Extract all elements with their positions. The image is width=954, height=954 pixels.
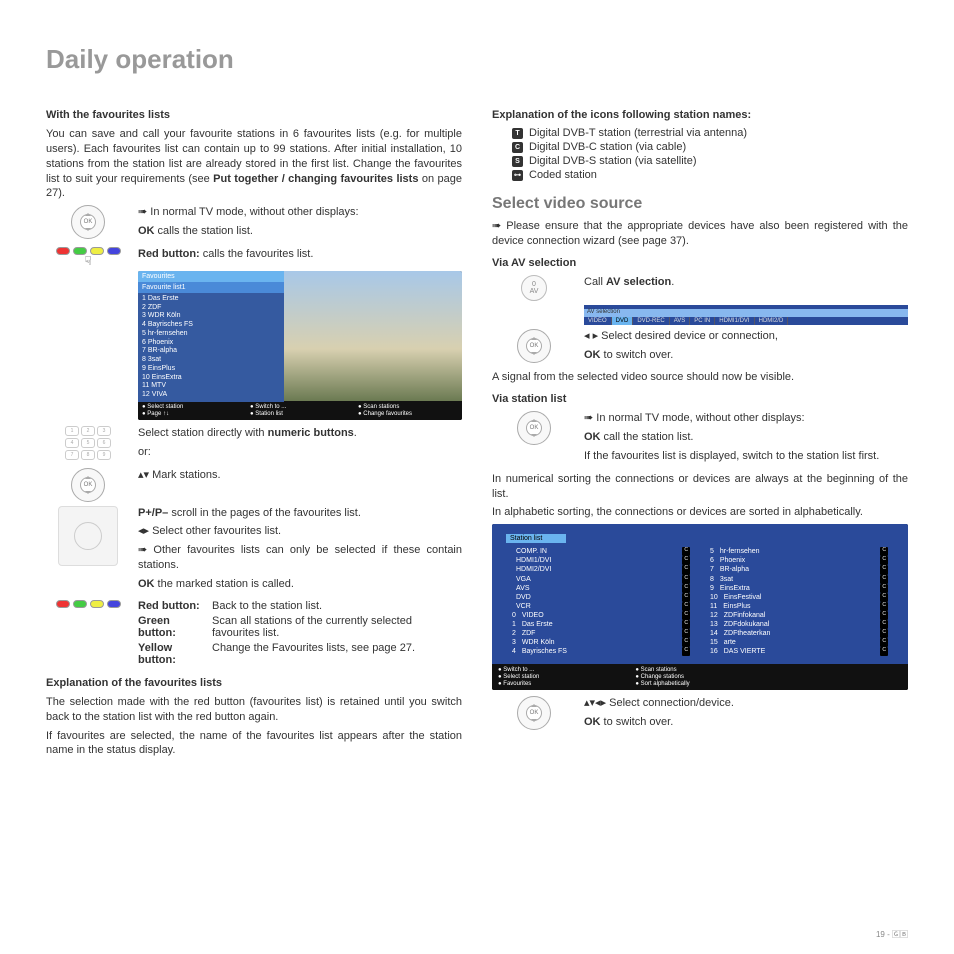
- signal-text: A signal from the selected video source …: [492, 370, 908, 385]
- right-column: Explanation of the icons following stati…: [492, 101, 908, 762]
- color-buttons-icon: [56, 600, 121, 608]
- ok-icon: [517, 696, 551, 730]
- av-button-icon: 0AV: [521, 275, 547, 301]
- station-list-screenshot: Station list COMP. INC HDMI1/DVIC HDMI2/…: [492, 524, 908, 690]
- heading-icons: Explanation of the icons following stati…: [492, 109, 908, 121]
- heading-select-video: Select video source: [492, 195, 908, 213]
- dvbt-icon: T: [512, 128, 523, 139]
- ok-icon: [517, 329, 551, 363]
- page-footer: 19 - 🄶🄱: [876, 929, 908, 940]
- ok-icon: [517, 411, 551, 445]
- para-favourites: You can save and call your favourite sta…: [46, 127, 462, 201]
- para-numerical: In numerical sorting the connections or …: [492, 472, 908, 502]
- left-column: With the favourites lists You can save a…: [46, 101, 462, 762]
- heading-explanation: Explanation of the favourites lists: [46, 677, 462, 689]
- para-alpha: In alphabetic sorting, the connections o…: [492, 505, 908, 520]
- finger-icon: ☟: [84, 255, 91, 267]
- dvbs-icon: S: [512, 156, 523, 167]
- coded-icon: ⊶: [512, 170, 523, 181]
- ok-icon: [71, 468, 105, 502]
- remote-icon: [58, 506, 118, 566]
- columns: With the favourites lists You can save a…: [46, 101, 908, 762]
- page-title: Daily operation: [46, 44, 908, 75]
- para-ensure: ➠ Please ensure that the appropriate dev…: [492, 219, 908, 249]
- para-expl1: The selection made with the red button (…: [46, 695, 462, 725]
- numpad-icon: 123456789: [65, 426, 111, 460]
- heading-av: Via AV selection: [492, 257, 908, 269]
- ok-icon: [71, 205, 105, 239]
- normal-tv-line: ➠ In normal TV mode, without other displ…: [138, 205, 359, 220]
- favourites-screenshot: Favourites Favourite list1 1 Das Erste2 …: [138, 271, 462, 420]
- heading-favourites: With the favourites lists: [46, 109, 462, 121]
- para-expl2: If favourites are selected, the name of …: [46, 729, 462, 759]
- heading-station-list: Via station list: [492, 393, 908, 405]
- dvbc-icon: C: [512, 142, 523, 153]
- av-bar-screenshot: AV selection VIDEODVDDVD-RECAVSPC INHDMI…: [584, 305, 908, 325]
